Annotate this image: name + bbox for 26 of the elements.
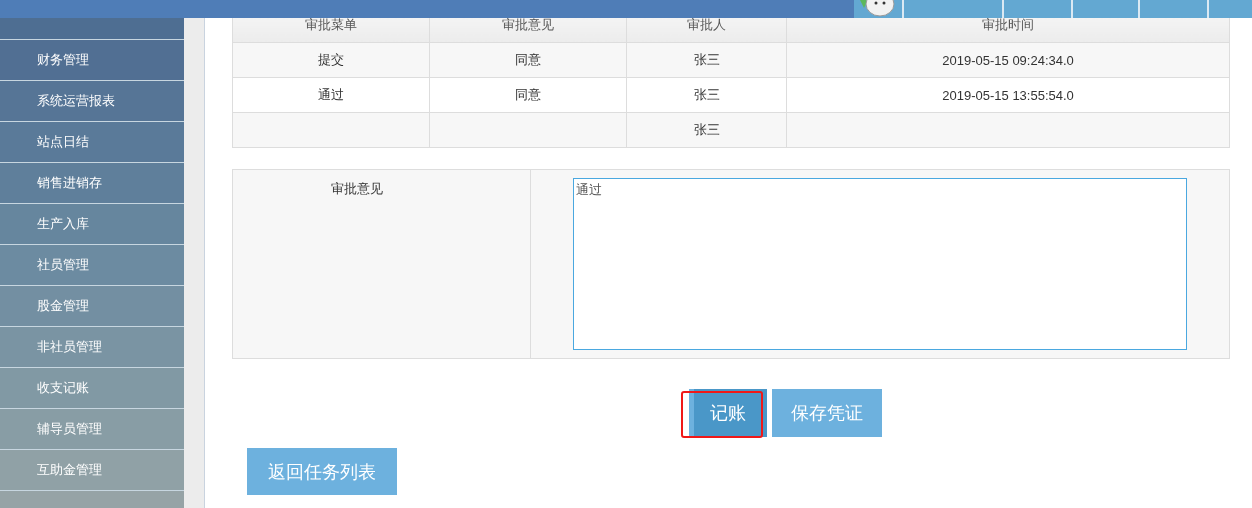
form-label: 审批意见 — [330, 180, 383, 198]
table-cell: 通过 — [318, 87, 344, 102]
sidebar-item[interactable]: 互助金管理 — [0, 450, 184, 491]
back-to-task-list-button[interactable]: 返回任务列表 — [247, 448, 397, 495]
sidebar-item[interactable]: 系统运营报表 — [0, 81, 184, 122]
sidebar-item[interactable]: 非社员管理 — [0, 327, 184, 368]
table-cell: 提交 — [318, 52, 344, 67]
sidebar-item[interactable]: 社员管理 — [0, 245, 184, 286]
sidebar-item[interactable]: 财务管理 — [0, 40, 184, 81]
sidebar-item[interactable]: 收支记账 — [0, 368, 184, 409]
table-cell: 同意 — [514, 52, 541, 67]
save-voucher-button[interactable]: 保存凭证 — [772, 389, 882, 437]
sidebar-item[interactable]: 生产入库 — [0, 204, 184, 245]
sidebar-item[interactable]: 站点日结 — [0, 122, 184, 163]
table-cell: 2019-05-15 13:55:54.0 — [942, 87, 1074, 103]
table-cell: 张三 — [693, 52, 720, 67]
opinion-textarea[interactable]: 通过 — [573, 178, 1187, 350]
table-cell: 同意 — [514, 87, 541, 102]
sidebar-item[interactable]: 销售进销存 — [0, 163, 184, 204]
bookkeeping-button[interactable]: 记账 — [689, 389, 767, 437]
table-cell: 张三 — [693, 122, 720, 137]
sidebar-item[interactable]: 辅导员管理 — [0, 409, 184, 450]
table-cell: 2019-05-15 09:24:34.0 — [942, 52, 1074, 68]
table-cell: 张三 — [693, 87, 720, 102]
sidebar-item[interactable]: 股金管理 — [0, 286, 184, 327]
sidebar-item[interactable] — [0, 18, 184, 40]
